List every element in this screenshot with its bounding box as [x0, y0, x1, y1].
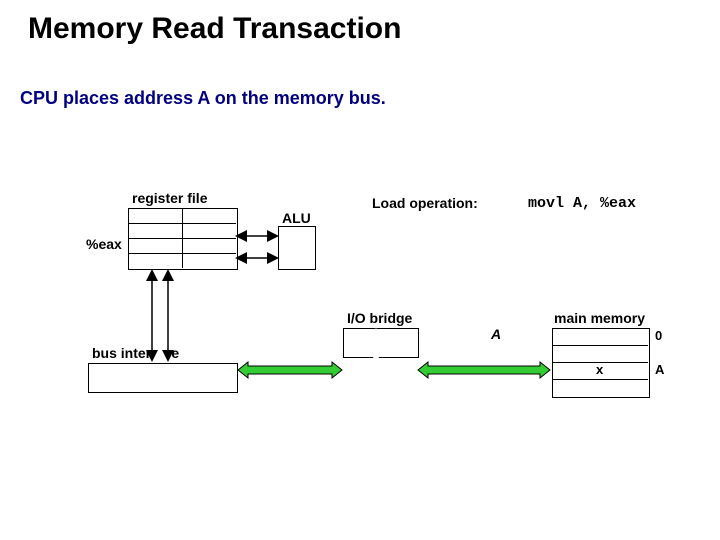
mem-value-x: x	[596, 362, 603, 377]
alu-label: ALU	[282, 210, 311, 226]
page-title: Memory Read Transaction	[28, 12, 401, 46]
io-bridge-box	[343, 328, 419, 358]
mem-addr-a: A	[655, 362, 664, 377]
register-file-box	[128, 208, 238, 270]
alu-box	[278, 226, 316, 270]
load-operation-label: Load operation:	[372, 195, 478, 211]
bus-interface-label: bus interface	[92, 345, 179, 361]
mem-hline-1	[552, 345, 648, 346]
page-subtitle: CPU places address A on the memory bus.	[20, 88, 386, 109]
movl-code: movl A, %eax	[528, 195, 636, 212]
bus-interface-box	[88, 363, 238, 393]
mem-hline-3	[552, 379, 648, 380]
io-bridge-label: I/O bridge	[347, 310, 412, 326]
eax-label: %eax	[86, 236, 122, 252]
main-memory-label: main memory	[554, 310, 645, 326]
register-file-label: register file	[132, 190, 207, 206]
mem-addr-0: 0	[655, 328, 662, 343]
diagram-svg	[0, 0, 720, 540]
regfile-vline	[182, 208, 183, 268]
bus-value-a: A	[491, 326, 501, 342]
